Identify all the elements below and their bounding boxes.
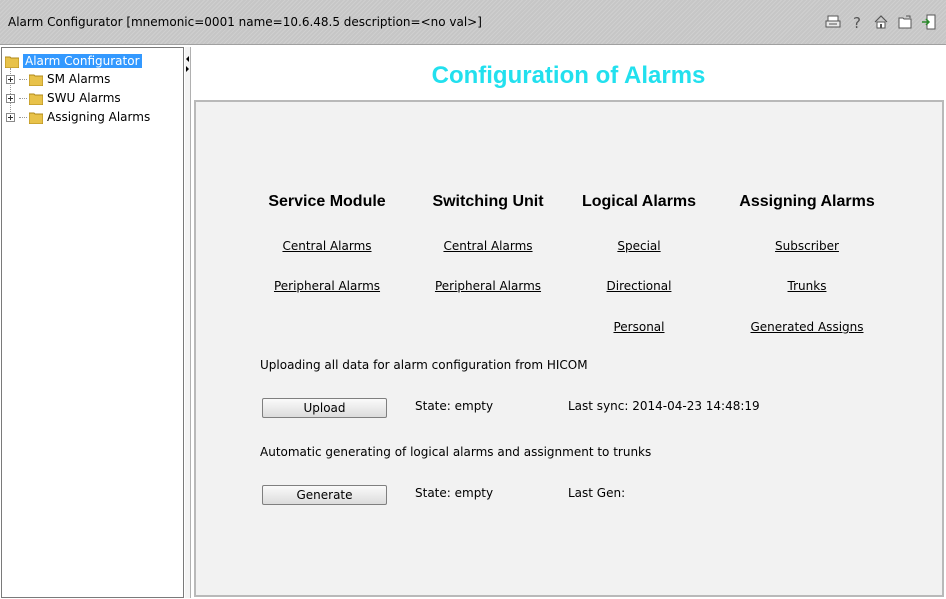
link-swu-peripheral-alarms[interactable]: Peripheral Alarms xyxy=(403,279,573,293)
folder-icon xyxy=(29,112,43,124)
window-title: Alarm Configurator [mnemonic=0001 name=1… xyxy=(8,15,482,29)
help-icon[interactable]: ? xyxy=(848,13,866,31)
svg-text:?: ? xyxy=(853,14,861,30)
tree-root[interactable]: Alarm Configurator xyxy=(5,53,142,69)
expand-icon[interactable] xyxy=(6,112,15,122)
collapse-left-icon[interactable] xyxy=(186,56,189,62)
heading-service-module: Service Module xyxy=(268,193,386,210)
tree-item-label: SWU Alarms xyxy=(47,91,121,105)
configuration-panel: Service Module Switching Unit Logical Al… xyxy=(194,100,944,597)
tree-connector xyxy=(19,97,27,99)
link-subscriber[interactable]: Subscriber xyxy=(722,239,892,253)
tree-item-swu-alarms[interactable]: SWU Alarms xyxy=(6,90,121,106)
exit-icon[interactable] xyxy=(920,13,938,31)
upload-description: Uploading all data for alarm configurati… xyxy=(260,358,588,372)
heading-switching-unit: Switching Unit xyxy=(432,193,544,210)
link-personal[interactable]: Personal xyxy=(554,320,724,334)
main-area: Configuration of Alarms Service Module S… xyxy=(191,47,946,599)
tree-item-label: Assigning Alarms xyxy=(47,110,151,124)
expand-icon[interactable] xyxy=(6,93,15,103)
toolbar: ? xyxy=(824,13,938,31)
tree-connector xyxy=(19,116,27,118)
tree-item-assigning-alarms[interactable]: Assigning Alarms xyxy=(6,109,150,125)
link-directional[interactable]: Directional xyxy=(554,279,724,293)
link-sm-central-alarms[interactable]: Central Alarms xyxy=(242,239,412,253)
navigation-tree: Alarm Configurator SM Alarms SWU Alarms … xyxy=(1,47,184,598)
page-title: Configuration of Alarms xyxy=(431,62,706,89)
expand-icon[interactable] xyxy=(6,74,15,84)
upload-state: State: empty xyxy=(415,399,494,413)
link-special[interactable]: Special xyxy=(554,239,724,253)
folder-icon xyxy=(29,74,43,86)
upload-button-label: Upload xyxy=(303,401,346,415)
folder-icon[interactable] xyxy=(896,13,914,31)
expand-right-icon[interactable] xyxy=(186,66,189,72)
tree-root-label: Alarm Configurator xyxy=(23,54,142,68)
print-icon[interactable] xyxy=(824,13,842,31)
link-generated-assigns[interactable]: Generated Assigns xyxy=(722,320,892,334)
upload-button[interactable]: Upload xyxy=(262,398,387,418)
generate-button[interactable]: Generate xyxy=(262,485,387,505)
last-sync: Last sync: 2014-04-23 14:48:19 xyxy=(568,399,760,413)
tree-item-sm-alarms[interactable]: SM Alarms xyxy=(6,71,110,87)
heading-assigning-alarms: Assigning Alarms xyxy=(739,193,875,210)
home-icon[interactable] xyxy=(872,13,890,31)
link-swu-central-alarms[interactable]: Central Alarms xyxy=(403,239,573,253)
folder-icon xyxy=(29,93,43,105)
tree-connector xyxy=(19,78,27,80)
link-sm-peripheral-alarms[interactable]: Peripheral Alarms xyxy=(242,279,412,293)
folder-icon xyxy=(5,56,19,68)
tree-item-label: SM Alarms xyxy=(47,72,111,86)
title-bar: Alarm Configurator [mnemonic=0001 name=1… xyxy=(0,0,946,45)
generate-button-label: Generate xyxy=(296,488,353,502)
generate-description: Automatic generating of logical alarms a… xyxy=(260,445,652,459)
heading-logical-alarms: Logical Alarms xyxy=(581,193,697,210)
link-trunks[interactable]: Trunks xyxy=(722,279,892,293)
generate-state: State: empty xyxy=(415,486,494,500)
last-gen: Last Gen: xyxy=(568,486,626,500)
